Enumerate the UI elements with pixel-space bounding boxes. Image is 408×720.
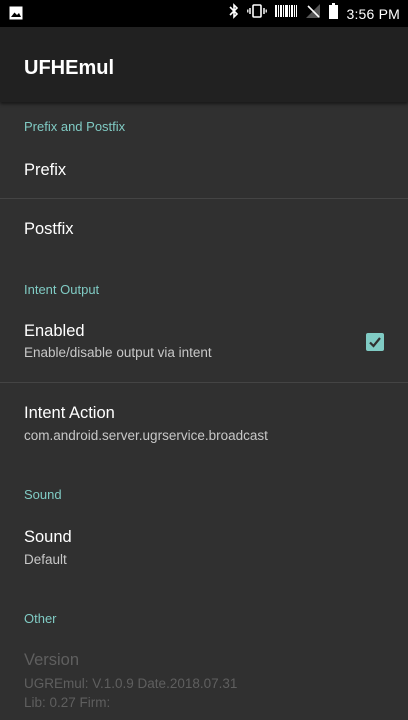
pref-enabled[interactable]: Enabled Enable/disable output via intent [0,312,408,382]
pref-sound-title: Sound [24,528,72,546]
category-other: Other [24,611,57,626]
pref-version-line1: UGREmul: V.1.0.9 Date.2018.07.31 [24,676,238,691]
pref-version: Version UGREmul: V.1.0.9 Date.2018.07.31… [0,642,408,720]
pref-prefix-title: Prefix [24,161,67,179]
app-title: UFHEmul [24,57,114,79]
image-notification-icon [9,6,23,25]
category-prefix-postfix: Prefix and Postfix [24,119,126,134]
vibrate-icon [247,4,268,23]
enabled-checkbox[interactable] [366,333,384,351]
pref-postfix-title: Postfix [24,220,74,238]
pref-intent-action-summary: com.android.server.ugrservice.broadcast [24,428,268,443]
bluetooth-icon [229,3,239,24]
no-signal-icon [305,3,321,24]
pref-intent-action-title: Intent Action [24,404,115,422]
category-intent-output: Intent Output [24,282,100,297]
pref-prefix[interactable]: Prefix [0,146,408,196]
pref-enabled-title: Enabled [24,322,85,340]
status-bar: 3:56 PM [0,0,408,27]
pref-postfix[interactable]: Postfix [0,199,408,257]
pref-version-title: Version [24,651,80,669]
status-time: 3:56 PM [346,5,400,22]
barcode-icon [275,4,298,23]
category-sound: Sound [24,487,62,502]
pref-sound-summary: Default [24,552,67,567]
pref-intent-action[interactable]: Intent Action com.android.server.ugrserv… [0,383,408,455]
pref-sound[interactable]: Sound Default [0,514,408,584]
app-bar: UFHEmul [0,27,408,102]
pref-version-line2: Lib: 0.27 Firm: [24,695,111,710]
battery-icon [329,3,339,24]
pref-enabled-summary: Enable/disable output via intent [24,345,212,360]
check-icon [369,337,381,348]
